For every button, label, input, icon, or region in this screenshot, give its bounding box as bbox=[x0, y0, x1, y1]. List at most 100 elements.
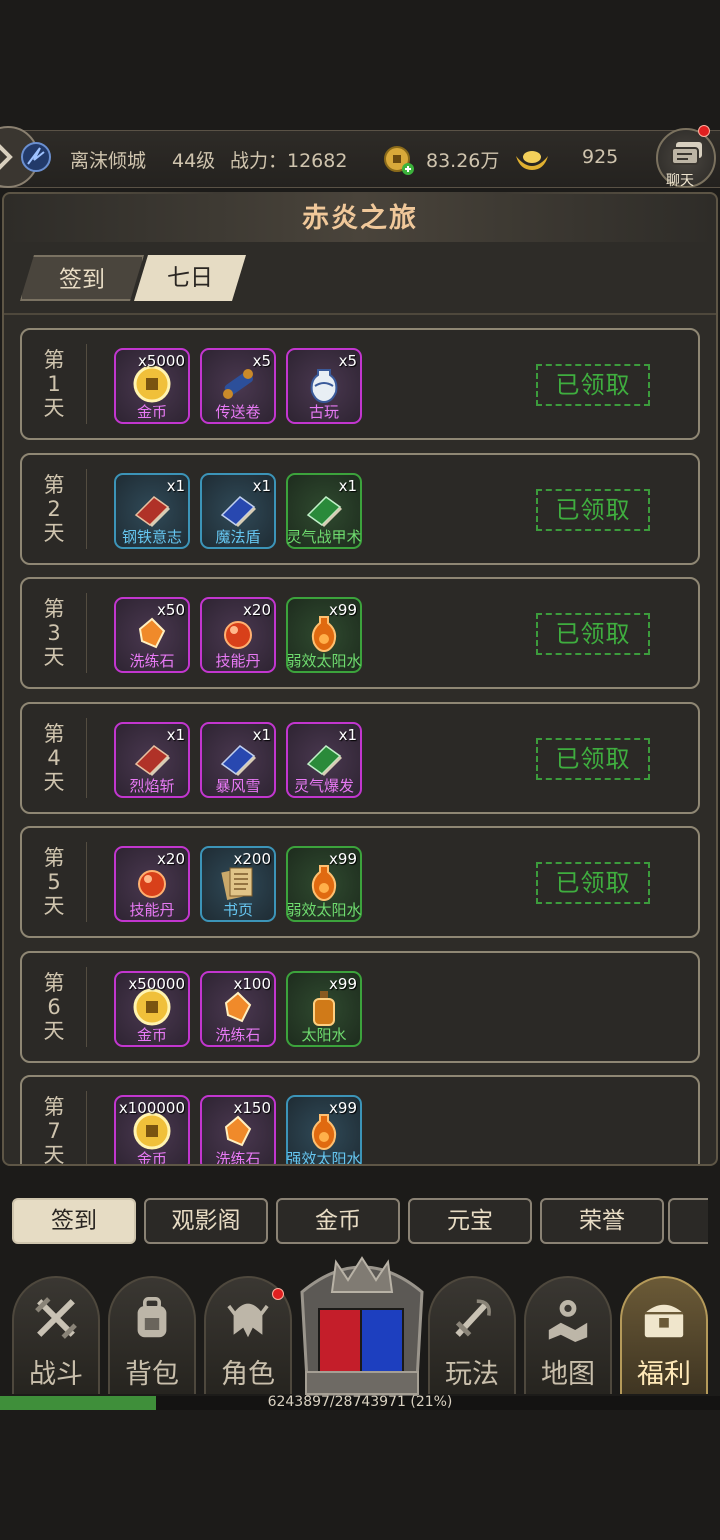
coin-icon bbox=[133, 365, 171, 403]
item-name: 灵气战甲术 bbox=[286, 527, 362, 546]
reward-item[interactable]: x1 烈焰斩 bbox=[114, 721, 190, 798]
reward-item[interactable]: x20 技能丹 bbox=[200, 597, 276, 673]
tab-more-partial[interactable] bbox=[668, 1198, 708, 1244]
nav-item-4[interactable]: 玩法 bbox=[428, 1276, 516, 1394]
tab-sign-in[interactable]: 签到 bbox=[20, 255, 144, 301]
reward-item[interactable]: x1 灵气爆发 bbox=[286, 721, 362, 798]
day-label: 第6天 bbox=[40, 971, 68, 1043]
reward-item[interactable]: x99 弱效太阳水 bbox=[286, 597, 362, 673]
bottom-tab-5[interactable]: 荣誉 bbox=[540, 1198, 664, 1244]
reward-item[interactable]: x1 钢铁意志 bbox=[114, 472, 190, 549]
red-book-icon bbox=[134, 495, 170, 527]
panel-title: 赤炎之旅 bbox=[302, 203, 418, 234]
row-separator bbox=[86, 842, 87, 922]
expand-arrow-icon[interactable] bbox=[0, 126, 54, 188]
gem-icon bbox=[224, 991, 252, 1022]
day-label-char: 天 bbox=[43, 520, 65, 545]
item-quantity: x1 bbox=[252, 476, 271, 495]
item-quantity: x99 bbox=[329, 1099, 357, 1117]
reward-list[interactable]: 第 1 天 x5000 金币 x5 传送卷 x5 古玩 已领取第 2 天 x1 钢铁意志 x1 魔法盾 x1 灵气… bbox=[4, 316, 716, 1164]
reward-item[interactable]: x5 传送卷 bbox=[200, 348, 276, 424]
reward-item[interactable]: x100 洗练石 bbox=[200, 970, 276, 1047]
day-label-char: 第 bbox=[43, 721, 65, 746]
row-separator bbox=[86, 1091, 87, 1164]
day-reward-row: 第 4 天 x1 烈焰斩 x1 暴风雪 x1 灵气爆发 已领取 bbox=[20, 701, 700, 814]
reward-item[interactable]: x99 弱效太阳水 bbox=[286, 846, 362, 922]
red-book-icon bbox=[134, 744, 170, 776]
reward-item[interactable]: x200 书页 bbox=[200, 846, 276, 922]
item-quantity: x200 bbox=[233, 850, 271, 868]
gold-amount: 83.26万 bbox=[426, 150, 500, 172]
chat-label: 聊天 bbox=[666, 173, 694, 189]
item-name: 金币 bbox=[136, 1025, 167, 1044]
row-separator bbox=[86, 593, 87, 673]
reward-item[interactable]: x100000 金币 bbox=[114, 1095, 190, 1164]
item-quantity: x50 bbox=[157, 601, 185, 619]
day-reward-row: 第 7 天 x100000 金币 x150 洗练石 x99 强效太阳水 bbox=[20, 1075, 700, 1164]
scroll-icon bbox=[223, 369, 253, 399]
day-label-char: 天 bbox=[43, 894, 65, 918]
item-quantity: x5000 bbox=[137, 352, 185, 370]
item-quantity: x20 bbox=[157, 850, 185, 868]
item-name: 金币 bbox=[136, 1150, 167, 1164]
nav-label: 背包 bbox=[125, 1359, 179, 1390]
nav-label: 战斗 bbox=[29, 1359, 83, 1390]
reward-item[interactable]: x20 技能丹 bbox=[114, 846, 190, 922]
claimed-stamp: 已领取 bbox=[536, 862, 650, 904]
item-quantity: x150 bbox=[233, 1099, 271, 1117]
reward-item[interactable]: x99 强效太阳水 bbox=[286, 1095, 362, 1164]
item-name: 金币 bbox=[136, 403, 167, 421]
nav-item-5[interactable]: 地图 bbox=[524, 1276, 612, 1394]
portal-gate-icon[interactable] bbox=[296, 1252, 428, 1398]
nav-item-1[interactable]: 战斗 bbox=[12, 1276, 100, 1394]
pages-icon bbox=[221, 867, 253, 900]
day-label-char: 第 bbox=[43, 970, 65, 995]
vase-icon bbox=[310, 369, 338, 404]
nav-item-2[interactable]: 背包 bbox=[108, 1276, 196, 1394]
backpack-icon bbox=[137, 1297, 167, 1338]
item-quantity: x1 bbox=[166, 725, 185, 744]
day-label: 第4天 bbox=[40, 722, 68, 794]
day-label-char: 5 bbox=[47, 870, 61, 894]
tab-seven-days[interactable]: 七日 bbox=[134, 255, 246, 301]
blue-book-icon bbox=[220, 744, 256, 776]
item-name: 弱效太阳水 bbox=[286, 652, 362, 670]
potion-icon bbox=[311, 616, 337, 653]
reward-item[interactable]: x50000 金币 bbox=[114, 970, 190, 1047]
bottom-tab-4[interactable]: 元宝 bbox=[408, 1198, 532, 1244]
item-quantity: x1 bbox=[338, 725, 357, 744]
item-name: 暴风雪 bbox=[215, 776, 261, 795]
item-quantity: x1 bbox=[166, 476, 185, 495]
gem-icon bbox=[224, 1115, 252, 1147]
reward-item[interactable]: x50 洗练石 bbox=[114, 597, 190, 673]
claimed-stamp: 已领取 bbox=[536, 364, 650, 406]
bottom-tab-1[interactable]: 签到 bbox=[12, 1198, 136, 1244]
item-name: 烈焰斩 bbox=[129, 776, 175, 795]
nav-label: 玩法 bbox=[445, 1359, 499, 1390]
treasure-chest-icon bbox=[644, 1304, 684, 1338]
reward-item[interactable]: x5 古玩 bbox=[286, 348, 362, 424]
reward-item[interactable]: x1 魔法盾 bbox=[200, 472, 276, 549]
notification-dot bbox=[698, 125, 710, 137]
coin-icon bbox=[133, 1112, 171, 1150]
gold-coin-add-icon[interactable] bbox=[384, 145, 414, 175]
day-label-char: 第 bbox=[43, 846, 65, 870]
map-icon bbox=[548, 1300, 588, 1342]
reward-item[interactable]: x1 灵气战甲术 bbox=[286, 472, 362, 549]
reward-item[interactable]: x99 太阳水 bbox=[286, 970, 362, 1047]
nav-item-6[interactable]: 福利 bbox=[620, 1276, 708, 1394]
bottom-tab-2[interactable]: 观影阁 bbox=[144, 1198, 268, 1244]
day-label: 第2天 bbox=[40, 473, 68, 545]
player-name: 离沫倾城 bbox=[70, 150, 147, 172]
row-separator bbox=[86, 468, 87, 549]
reward-item[interactable]: x5000 金币 bbox=[114, 348, 190, 424]
day-reward-row: 第 1 天 x5000 金币 x5 传送卷 x5 古玩 已领取 bbox=[20, 328, 700, 440]
bottom-tab-3[interactable]: 金币 bbox=[276, 1198, 400, 1244]
item-quantity: x50000 bbox=[128, 974, 185, 993]
reward-item[interactable]: x150 洗练石 bbox=[200, 1095, 276, 1164]
day-label-char: 7 bbox=[47, 1119, 61, 1143]
green-book-icon bbox=[306, 744, 342, 776]
item-name: 钢铁意志 bbox=[121, 527, 182, 546]
day-label-char: 3 bbox=[47, 621, 61, 645]
reward-item[interactable]: x1 暴风雪 bbox=[200, 721, 276, 798]
